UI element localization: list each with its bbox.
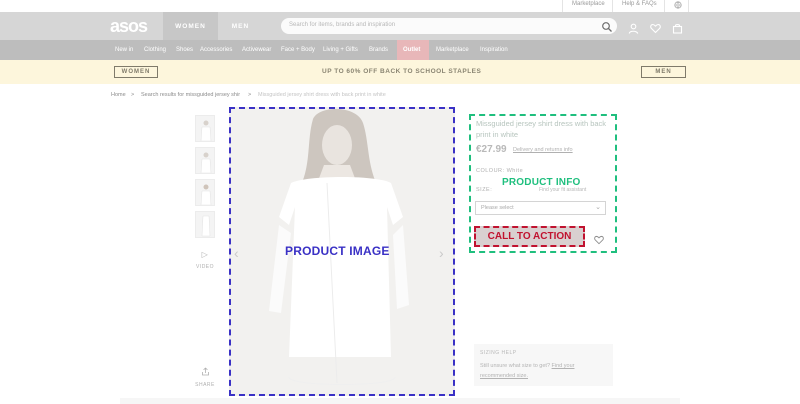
- account-icon[interactable]: [628, 21, 639, 34]
- tab-men-label: MEN: [231, 22, 250, 30]
- thumbnail[interactable]: [195, 211, 215, 238]
- promo-women-label: WOMEN: [121, 69, 151, 75]
- thumbnail[interactable]: [195, 147, 215, 174]
- breadcrumb-current: Missguided jersey shirt dress with back …: [258, 92, 386, 98]
- tab-women[interactable]: WOMEN: [163, 12, 218, 40]
- chevron-right-icon[interactable]: ›: [439, 245, 444, 261]
- promo-text[interactable]: UP TO 60% OFF BACK TO SCHOOL STAPLES: [322, 68, 481, 75]
- play-icon[interactable]: ▷: [191, 250, 219, 259]
- footer-strip: [120, 398, 680, 404]
- promo-men-button[interactable]: MEN: [641, 66, 686, 78]
- product-price: €27.99: [476, 144, 507, 155]
- colour-label: COLOUR: White: [476, 168, 524, 174]
- nav-item-inspiration[interactable]: Inspiration: [480, 47, 508, 53]
- share-label[interactable]: SHARE: [191, 382, 219, 388]
- heart-icon[interactable]: [650, 21, 661, 34]
- share-icon[interactable]: [191, 367, 219, 378]
- size-label: SIZE:: [476, 187, 493, 193]
- nav-item-clothing[interactable]: Clothing: [144, 47, 166, 53]
- save-heart-icon[interactable]: [594, 232, 604, 245]
- divider: [664, 0, 665, 12]
- product-title: Missguided jersey shirt dress with back …: [476, 119, 607, 139]
- promo-men-label: MEN: [655, 69, 672, 75]
- size-select-placeholder: Please select: [481, 205, 514, 211]
- asos-logo[interactable]: asos: [110, 16, 148, 37]
- nav-item-living-gifts[interactable]: Living + Gifts: [323, 47, 358, 53]
- sizing-help-body: Still unsure what size to get?: [480, 363, 552, 369]
- nav-item-new-in[interactable]: New in: [115, 47, 133, 53]
- utility-bar: Marketplace Help & FAQs: [0, 0, 800, 12]
- search-placeholder: Search for items, brands and inspiration: [289, 22, 396, 28]
- nav-item-accessories[interactable]: Accessories: [200, 47, 232, 53]
- breadcrumb-separator: >: [248, 92, 252, 98]
- sizing-help-heading: SIZING HELP: [480, 350, 517, 356]
- nav-item-marketplace[interactable]: Marketplace: [436, 47, 469, 53]
- cta-label: CALL TO ACTION: [487, 231, 572, 242]
- search-icon[interactable]: [601, 20, 613, 32]
- divider: [688, 0, 689, 12]
- main-header: asos WOMEN MEN Search for items, brands …: [0, 12, 800, 40]
- nav-item-shoes[interactable]: Shoes: [176, 47, 193, 53]
- globe-icon[interactable]: [674, 1, 682, 11]
- divider: [562, 0, 563, 12]
- chevron-down-icon: ⌄: [595, 204, 601, 211]
- video-label[interactable]: VIDEO: [191, 264, 219, 270]
- tab-men[interactable]: MEN: [218, 12, 263, 40]
- delivery-link[interactable]: Delivery and returns info: [513, 147, 573, 153]
- breadcrumb-separator: >: [131, 92, 135, 98]
- nav-item-face-body[interactable]: Face + Body: [281, 47, 315, 53]
- sizing-help-box: SIZING HELP Still unsure what size to ge…: [474, 344, 613, 386]
- sizing-help-text: Still unsure what size to get? Find your…: [480, 361, 608, 381]
- product-image-label: PRODUCT IMAGE: [285, 244, 390, 258]
- add-to-bag-button[interactable]: CALL TO ACTION: [474, 226, 585, 247]
- nav-item-activewear[interactable]: Activewear: [242, 47, 271, 53]
- fit-assistant-link[interactable]: Find your fit assistant: [539, 187, 586, 193]
- tab-women-label: WOMEN: [175, 22, 206, 30]
- marketplace-link[interactable]: Marketplace: [572, 1, 605, 7]
- size-select[interactable]: Please select ⌄: [475, 201, 606, 215]
- promo-banner: WOMEN UP TO 60% OFF BACK TO SCHOOL STAPL…: [0, 60, 800, 84]
- divider: [612, 0, 613, 12]
- promo-women-button[interactable]: WOMEN: [114, 66, 158, 78]
- breadcrumb-home[interactable]: Home: [111, 92, 126, 98]
- thumbnail[interactable]: [195, 115, 215, 142]
- thumbnail[interactable]: [195, 179, 215, 206]
- breadcrumb-search[interactable]: Search results for missguided jersey shi…: [141, 92, 240, 98]
- help-link[interactable]: Help & FAQs: [622, 1, 657, 7]
- search-input[interactable]: Search for items, brands and inspiration: [281, 18, 617, 34]
- nav-item-brands[interactable]: Brands: [369, 47, 388, 53]
- chevron-left-icon[interactable]: ‹: [234, 245, 239, 261]
- nav-item-outlet[interactable]: Outlet: [403, 47, 420, 53]
- bag-icon[interactable]: [672, 21, 683, 34]
